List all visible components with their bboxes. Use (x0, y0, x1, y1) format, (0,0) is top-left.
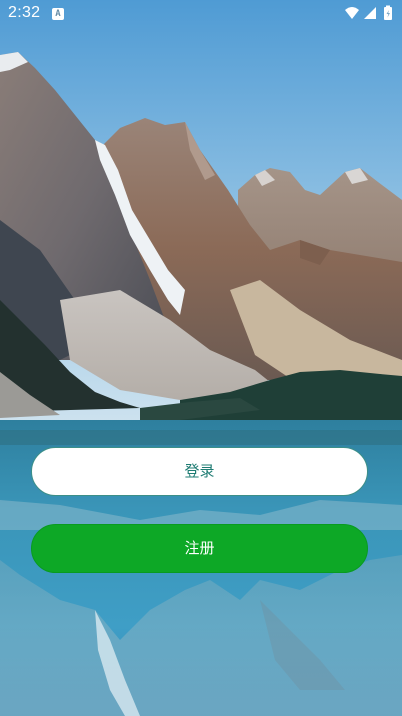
battery-charging-icon (384, 5, 392, 20)
status-bar: 2:32 A (0, 0, 402, 28)
cellular-signal-icon (364, 7, 376, 19)
register-button[interactable]: 注册 (31, 524, 368, 573)
wifi-icon (345, 7, 359, 19)
login-button[interactable]: 登录 (31, 447, 368, 496)
status-time: 2:32 (8, 4, 41, 21)
welcome-screen: 2:32 A 登录 注册 (0, 0, 402, 716)
mountain-lake-background (0, 0, 402, 716)
status-icons (344, 5, 396, 21)
notification-app-icon: A (52, 8, 64, 20)
